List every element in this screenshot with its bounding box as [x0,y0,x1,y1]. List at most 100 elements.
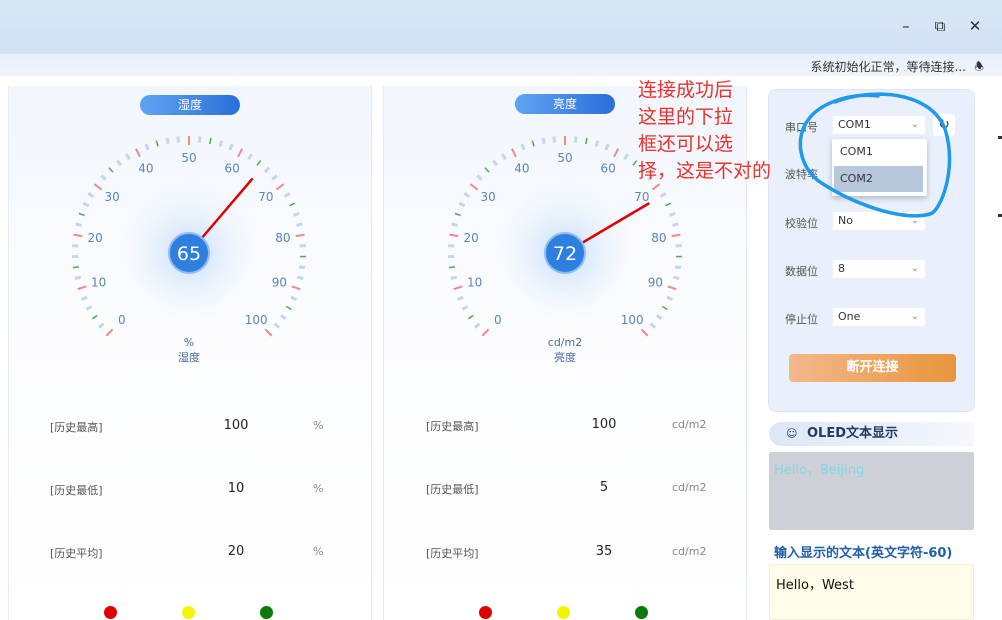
brightness-gauge-tick [666,295,673,301]
humidity-gauge-tick [144,143,150,151]
humidity-gauge-tick [290,295,297,301]
stat-value: 5 [599,480,609,495]
humidity-gauge-tick [85,305,93,311]
stopbits-select-value: One [838,310,861,323]
humidity-gauge-tick [72,266,79,269]
humidity-gauge-tick-label: 20 [88,231,103,245]
humidity-gauge-tick [296,222,303,227]
humidity-gauge-tick [108,167,114,173]
indicator-yellow [557,606,570,619]
stat-label: [历史最高] [426,420,479,433]
humidity-pill: 湿度 [140,95,240,115]
close-icon[interactable]: ✕ [965,16,985,36]
humidity-gauge-tick [228,143,234,151]
stat-label: [历史最高] [50,421,103,434]
stat-value: 100 [591,417,617,432]
brightness-gauge-tick-label: 10 [467,275,482,289]
brightness-gauge-tick [449,233,459,238]
humidity-gauge-tick [77,285,87,291]
indicator-green [635,606,648,619]
display-icon: ☺ [786,427,798,440]
humidity-gauge-tick [247,153,253,161]
disconnect-button[interactable]: 断开连接 [789,354,956,382]
humidity-gauge-tick [87,192,95,198]
stopbits-label: 停止位 [785,313,818,326]
brightness-gauge-tick [457,295,464,301]
stopbits-select[interactable]: One ⌄ [832,307,926,327]
stat-unit: % [313,545,324,558]
humidity-gauge-tick [285,305,292,311]
brightness-gauge-tick [604,143,610,151]
brightness-gauge-tick-label: 0 [494,313,502,327]
brightness-gauge-tick-label: 30 [481,190,496,204]
brightness-gauge-tick [623,153,629,161]
stat-value: 20 [227,544,245,559]
stat-label: [历史平均] [426,547,479,560]
stat-label: [历史平均] [50,547,103,560]
stat-unit: cd/m2 [672,545,707,558]
brightness-gauge-tick [552,136,557,143]
oled-text-input[interactable]: Hello，West [769,564,974,620]
brightness-gauge-tick [501,153,507,161]
brightness-gauge-tick [451,222,458,227]
humidity-gauge-tick [279,314,287,321]
status-bar: 系统初始化正常，等待连接... 🕭 [0,54,1002,76]
databits-select[interactable]: 8 ⌄ [832,259,926,279]
brightness-gauge-tick [481,328,490,337]
stat-value: 35 [595,544,613,559]
brightness-pill: 亮度 [515,94,615,114]
humidity-gauge-name: 湿度 [178,350,200,364]
status-text: 系统初始化正常，等待连接... [810,60,966,74]
humidity-gauge-tick [165,137,170,145]
humidity-gauge-tick [125,153,131,161]
humidity-gauge-tick-label: 60 [224,161,239,175]
humidity-gauge-tick-label: 90 [272,275,287,289]
humidity-gauge-tick [298,265,306,270]
humidity-gauge: 0 10 20 30 40 50 60 70 80 90 100 65%湿度 [72,136,306,364]
brightness-gauge-tick [594,140,600,147]
humidity-gauge-tick [176,136,181,143]
humidity-gauge-tick [289,202,296,207]
brightness-gauge-tick [531,140,535,147]
brightness-gauge-tick [672,222,679,227]
brightness-gauge-tick-label: 90 [648,275,663,289]
indicator-red [104,606,117,619]
brightness-gauge-tick [469,183,479,191]
humidity-gauge-tick-label: 0 [118,313,126,327]
brightness-gauge-tick [520,143,526,151]
chevron-down-icon: ⌄ [910,311,919,322]
brightness-gauge-tick [640,328,649,337]
humidity-gauge-tick [237,148,244,158]
indicator-yellow [182,606,195,619]
brightness-gauge-tick [649,322,657,329]
humidity-gauge-tick [155,140,159,147]
brightness-gauge-tick [448,266,455,269]
brightness-gauge-tick [668,211,676,217]
restore-icon[interactable]: ⧉ [930,16,950,36]
input-title: 输入显示的文本(英文字符-60) [774,546,953,561]
humidity-gauge-tick [275,183,285,191]
humidity-gauge-tick [93,183,103,191]
brightness-gauge-tick [573,136,578,143]
brightness-gauge-tick [463,192,471,198]
humidity-gauge-tick-label: 80 [275,231,290,245]
humidity-gauge-tick [78,212,85,217]
stat-value: 100 [223,418,249,433]
humidity-gauge-tick [271,174,278,181]
humidity-gauge-value: 65 [177,243,201,265]
stat-unit: % [313,482,324,495]
brightness-gauge-tick-label: 40 [514,161,529,175]
oled-screen: Hello，Beijing [769,452,974,530]
annotation-line: 连接成功后 [638,79,734,101]
brightness-gauge-tick [632,160,638,166]
brightness-gauge-tick [665,202,672,207]
annotation-text: 连接成功后 这里的下拉 框还可以选 择，这是不对的 [638,77,771,185]
humidity-gauge-tick [218,140,224,147]
brightness-gauge-tick-label: 20 [464,231,479,245]
humidity-gauge-tick [296,275,304,280]
humidity-gauge-tick-label: 100 [245,313,268,327]
minimize-icon[interactable]: – [896,16,916,36]
humidity-gauge-tick [75,222,82,227]
brightness-gauge-tick-label: 50 [557,151,572,165]
humidity-gauge-tick [81,295,88,301]
